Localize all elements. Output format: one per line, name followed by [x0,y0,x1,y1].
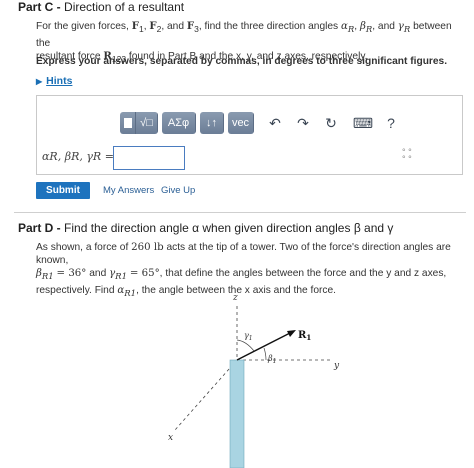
desc-sep: , [143,21,147,32]
template-glyph-icon [123,118,132,128]
greek-button[interactable]: ΑΣφ [162,112,196,134]
gamma-sub: R [403,25,411,36]
desc-text: , find the three direction angles [198,21,339,32]
part-c-label: Part C - [18,0,61,14]
sqrt-button[interactable]: √□ [136,112,158,134]
force-arrowhead [287,330,296,337]
tower [229,359,245,468]
alpha-sub: R [347,25,355,36]
gamma-value: = 65° [129,268,160,279]
hints-label: Hints [46,75,73,87]
beta-arc [263,347,267,361]
beta-r1-sub: R1 [41,272,54,283]
desc-sep: , and [161,21,185,32]
greek-group: ΑΣφ [162,112,196,134]
template-group: √□ [120,112,158,134]
section-divider [14,212,466,213]
vec-group: vec [228,112,254,134]
part-c-header: Part C - Direction of a resultant [0,0,474,15]
desc-text: and [89,268,107,279]
r1-label: R1 [298,330,311,342]
x-axis-label: x [168,433,173,443]
alpha-symbol: α [341,21,348,32]
keyboard-icon[interactable]: ⌨ [352,112,374,134]
arrows-group: ↓↑ [200,112,224,134]
part-c-title: Direction of a resultant [64,0,185,14]
template-icon[interactable] [120,112,136,134]
answer-label: αR, βR, γR = [42,150,114,163]
z-axis-label: z [232,293,238,303]
vec-button[interactable]: vec [228,112,254,134]
beta-value: = 36° [56,268,87,279]
gamma-label: γ1 [244,331,253,342]
desc-text: As shown, a force of [36,242,129,253]
instruction-text: Express your answers, separated by comma… [36,56,448,67]
reset-icon[interactable]: ↻ [320,112,342,134]
part-d-label: Part D - [18,221,61,235]
redo-icon[interactable]: ↷ [292,112,314,134]
desc-text: For the given forces, [36,21,129,32]
x-axis [174,359,238,431]
force-f2: F [149,20,157,32]
more-options-icon[interactable]: ° ° ° ° [402,148,412,164]
y-axis-label: y [333,361,340,371]
force-value: 260 lb [131,242,164,253]
force-f3: F [186,20,195,32]
desc-text: , that define the angles between the for… [159,268,447,279]
hints-link[interactable]: ▶ Hints [36,75,72,87]
part-d-header: Part D - Find the direction angle α when… [0,221,474,235]
subscript-superscript-button[interactable]: ↓↑ [200,112,224,134]
answer-input[interactable] [113,146,185,170]
tower-figure: z x y R1 γ1 β1 [168,293,340,468]
beta-label: β1 [267,354,276,365]
undo-icon[interactable]: ↶ [264,112,286,134]
submit-button[interactable]: Submit [36,182,90,199]
math-toolbar: √□ ΑΣφ ↓↑ vec ↶ ↷ ↻ ⌨ ? [120,110,402,136]
gamma-r1-sub: R1 [115,272,127,283]
help-icon[interactable]: ? [380,112,402,134]
expand-triangle-icon: ▶ [36,77,43,86]
force-f1: F [131,20,139,32]
beta-sub: R [365,25,373,36]
give-up-link[interactable]: Give Up [161,185,195,196]
my-answers-link[interactable]: My Answers [103,185,154,196]
part-d-title: Find the direction angle α when given di… [64,221,394,235]
